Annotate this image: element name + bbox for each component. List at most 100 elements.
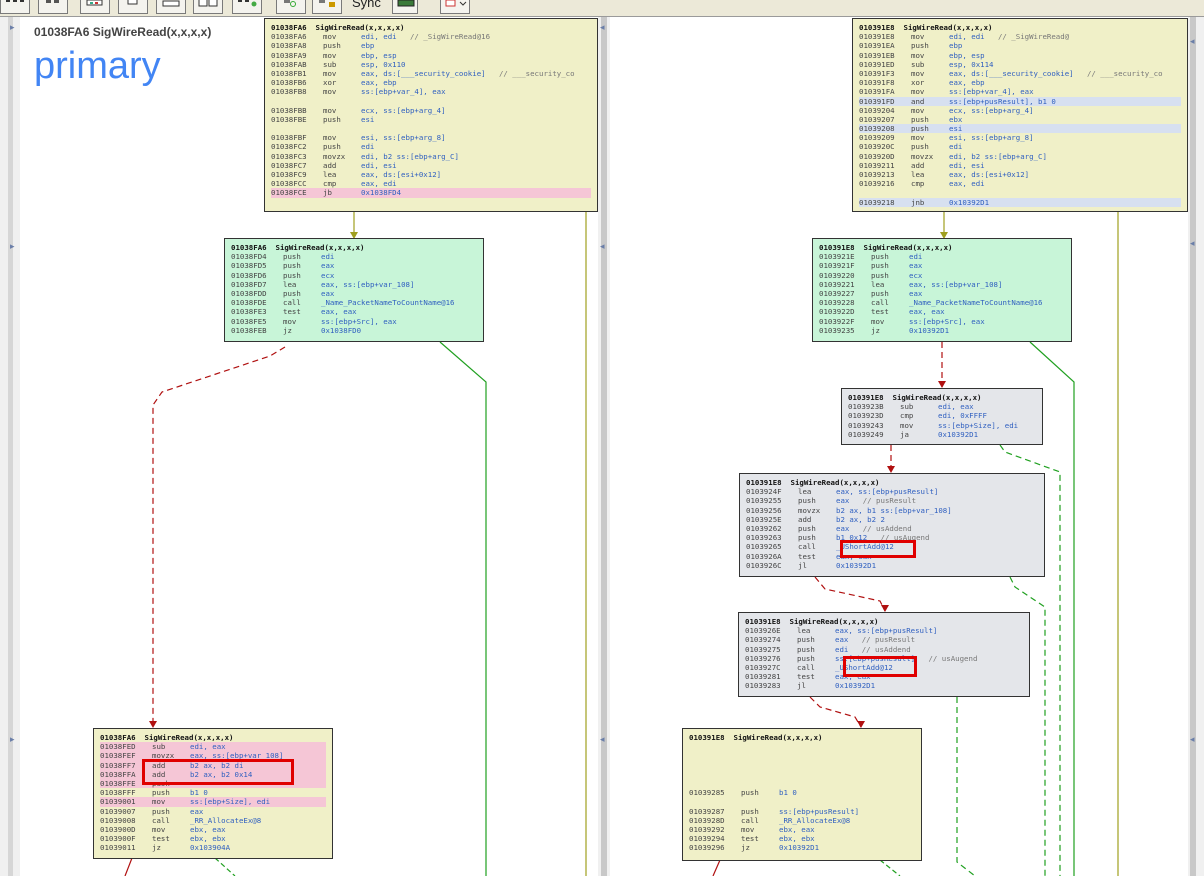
instruction-row[interactable]: 01039287 push ss:[ebp+pusResult] xyxy=(689,807,915,816)
chevron-left-icon[interactable]: ◂ xyxy=(1190,735,1195,745)
instruction-row[interactable]: 01038FB8 mov ss:[ebp+var_4], eax xyxy=(271,87,591,96)
instruction-row[interactable]: 01039294 test ebx, ebx xyxy=(689,834,915,843)
instruction-row[interactable]: 0103923B sub edi, eax xyxy=(848,402,1036,411)
instruction-row[interactable]: 01038FC2 push edi xyxy=(271,142,591,151)
instruction-row[interactable]: 0103926E lea eax, ss:[ebp+pusResult] xyxy=(745,626,1023,635)
primary-graph-canvas[interactable]: 01038FA6 SigWireRead(x,x,x,x) primary 01… xyxy=(20,17,598,876)
basic-block[interactable]: 01038FA6 SigWireRead(x,x,x,x) 01038FA6 mov… xyxy=(264,18,598,212)
instruction-row[interactable]: 01038FD5 push eax xyxy=(231,261,477,270)
instruction-row[interactable]: 01039213 lea eax, ds:[esi+0x12] xyxy=(859,170,1181,179)
instruction-row[interactable]: 0103926C jl 0x10392D1 xyxy=(746,561,1038,570)
basic-block[interactable]: 010391E8 SigWireRead(x,x,x,x) 0103926E lea… xyxy=(738,612,1030,697)
instruction-row[interactable]: 01039220 push ecx xyxy=(819,271,1065,280)
instruction-row[interactable]: 01039001 mov ss:[ebp+Size], edi xyxy=(100,797,326,807)
secondary-graph-canvas[interactable]: 010391E8 SigWireRead(x,x,x,x) 010391E8 mov… xyxy=(610,17,1188,876)
instruction-row[interactable] xyxy=(689,797,915,806)
instruction-row[interactable]: 01038FAB sub esp, 0x110 xyxy=(271,60,591,69)
instruction-row[interactable]: 01039216 cmp eax, edi xyxy=(859,179,1181,188)
chevron-right-icon[interactable]: ▸ xyxy=(10,242,15,252)
layout-circular-icon[interactable] xyxy=(80,0,110,14)
basic-block[interactable]: 010391E8 SigWireRead(x,x,x,x) 010391E8 mov… xyxy=(852,18,1188,212)
instruction-row[interactable]: 01039221 lea eax, ss:[ebp+var_108] xyxy=(819,280,1065,289)
instruction-row[interactable]: 01038FBB mov ecx, ss:[ebp+arg_4] xyxy=(271,106,591,115)
instruction-row[interactable]: 01039207 push ebx xyxy=(859,115,1181,124)
instruction-row[interactable]: 01038FB1 mov eax, ds:[___security_cookie] … xyxy=(271,69,591,78)
chevron-left-icon[interactable]: ◂ xyxy=(1190,37,1195,47)
instruction-row[interactable] xyxy=(689,761,915,770)
chevron-left-icon[interactable]: ◂ xyxy=(600,242,605,252)
instruction-row[interactable]: 01038FA6 mov edi, edi // _SigWireRead@16 xyxy=(271,32,591,41)
instruction-row[interactable]: 01039011 jz 0x103904A xyxy=(100,843,326,852)
basic-block[interactable]: 010391E8 SigWireRead(x,x,x,x) 0103924F lea… xyxy=(739,473,1045,577)
instruction-row[interactable]: 01038FC7 add edi, esi xyxy=(271,161,591,170)
instruction-row[interactable]: 01039209 mov esi, ss:[ebp+arg_8] xyxy=(859,133,1181,142)
dropdown-button[interactable] xyxy=(440,0,470,14)
graph-flow-icon[interactable] xyxy=(156,0,186,14)
instruction-row[interactable]: 01039007 push eax xyxy=(100,807,326,816)
instruction-row[interactable]: 01038FE3 test eax, eax xyxy=(231,307,477,316)
instruction-row[interactable]: 01039235 jz 0x10392D1 xyxy=(819,326,1065,335)
instruction-row[interactable]: 0103900F test ebx, ebx xyxy=(100,834,326,843)
instruction-row[interactable]: 01038FCC cmp eax, edi xyxy=(271,179,591,188)
instruction-row[interactable]: 010391FD and ss:[ebp+pusResult], b1 0 xyxy=(859,96,1181,106)
chevron-left-icon[interactable]: ◂ xyxy=(600,23,605,33)
instruction-row[interactable]: 0103921E push edi xyxy=(819,252,1065,261)
instruction-row[interactable]: 01039204 mov ecx, ss:[ebp+arg_4] xyxy=(859,106,1181,115)
instruction-row[interactable]: 0103920D movzx edi, b2 ss:[ebp+arg_C] xyxy=(859,152,1181,161)
graph-tree-icon[interactable] xyxy=(118,0,148,14)
instruction-row[interactable]: 01038FEB jz 0x1038FD0 xyxy=(231,326,477,335)
instruction-row[interactable]: 01039228 call _Name_PacketNameToCountName@… xyxy=(819,298,1065,307)
instruction-row[interactable]: 01038FC3 movzx edi, b2 ss:[ebp+arg_C] xyxy=(271,152,591,161)
chevron-left-icon[interactable]: ◂ xyxy=(1190,239,1195,249)
instruction-row[interactable]: 01039256 movzx b2 ax, b1 ss:[ebp+var_108] xyxy=(746,506,1038,515)
instruction-row[interactable]: 010391E8 mov edi, edi // _SigWireRead@ xyxy=(859,32,1181,41)
instruction-row[interactable]: 010391F8 xor eax, ebp xyxy=(859,78,1181,87)
instruction-row[interactable]: 01039285 push b1 0 xyxy=(689,788,915,797)
basic-block[interactable]: 010391E8 SigWireRead(x,x,x,x) 0103923B sub… xyxy=(841,388,1043,445)
instruction-row[interactable]: 010391EA push ebp xyxy=(859,41,1181,50)
instruction-row[interactable]: 0103925E add b2 ax, b2 2 xyxy=(746,515,1038,524)
center-scroll-track[interactable] xyxy=(601,17,607,876)
chevron-right-icon[interactable]: ▸ xyxy=(10,23,15,33)
instruction-row[interactable] xyxy=(689,779,915,788)
instruction-row[interactable]: 01039227 push eax xyxy=(819,289,1065,298)
chevron-right-icon[interactable]: ▸ xyxy=(10,735,15,745)
instruction-row[interactable] xyxy=(689,742,915,751)
instruction-row[interactable] xyxy=(689,770,915,779)
instruction-row[interactable]: 0103924F lea eax, ss:[ebp+pusResult] xyxy=(746,487,1038,496)
instruction-row[interactable]: 01039208 push esi xyxy=(859,124,1181,134)
instruction-row[interactable]: 01038FA8 push ebp xyxy=(271,41,591,50)
graph-refresh-icon[interactable] xyxy=(276,0,306,14)
instruction-row[interactable] xyxy=(271,97,591,106)
graph-lock-icon[interactable] xyxy=(312,0,342,14)
instruction-row[interactable]: 01039283 jl 0x10392D1 xyxy=(745,681,1023,690)
graph-proximity-icon[interactable] xyxy=(193,0,223,14)
instruction-row[interactable]: 01038FCE jb 0x1038FD4 xyxy=(271,188,591,198)
layout-hierarchical-icon[interactable] xyxy=(0,0,30,14)
instruction-row[interactable]: 01038FFF push b1 0 xyxy=(100,788,326,797)
instruction-row[interactable]: 0103920C push edi xyxy=(859,142,1181,151)
left-scroll-track[interactable] xyxy=(8,17,13,876)
instruction-row[interactable]: 0103928D call _RR_AllocateEx@8 xyxy=(689,816,915,825)
center-divider[interactable]: ◂ ◂ ◂ xyxy=(598,17,610,876)
instruction-row[interactable]: 01038FC9 lea eax, ds:[esi+0x12] xyxy=(271,170,591,179)
sync-screen-icon[interactable] xyxy=(392,0,418,14)
instruction-row[interactable] xyxy=(689,751,915,760)
instruction-row[interactable]: 01039255 push eax // pusResult xyxy=(746,496,1038,505)
instruction-row[interactable]: 01039296 jz 0x10392D1 xyxy=(689,843,915,852)
basic-block[interactable]: 01038FA6 SigWireRead(x,x,x,x) 01038FD4 pus… xyxy=(224,238,484,342)
instruction-row[interactable]: 01039211 add edi, esi xyxy=(859,161,1181,170)
instruction-row[interactable]: 0103921F push eax xyxy=(819,261,1065,270)
instruction-row[interactable]: 01039243 mov ss:[ebp+Size], edi xyxy=(848,421,1036,430)
right-sidebar[interactable]: ◂ ◂ ◂ xyxy=(1188,17,1204,876)
instruction-row[interactable]: 01039249 ja 0x10392D1 xyxy=(848,430,1036,439)
instruction-row[interactable]: 01038FD6 push ecx xyxy=(231,271,477,280)
graph-fit-icon[interactable] xyxy=(232,0,262,14)
instruction-row[interactable]: 01039218 jnb 0x10392D1 xyxy=(859,197,1181,207)
instruction-row[interactable]: 010391F3 mov eax, ds:[___security_cookie] … xyxy=(859,69,1181,78)
basic-block[interactable]: 010391E8 SigWireRead(x,x,x,x) 0103921E pus… xyxy=(812,238,1072,342)
instruction-row[interactable]: 0103923D cmp edi, 0xFFFF xyxy=(848,411,1036,420)
chevron-left-icon[interactable]: ◂ xyxy=(600,735,605,745)
instruction-row[interactable]: 01038FB6 xor eax, ebp xyxy=(271,78,591,87)
instruction-row[interactable]: 01038FED sub edi, eax xyxy=(100,742,326,752)
